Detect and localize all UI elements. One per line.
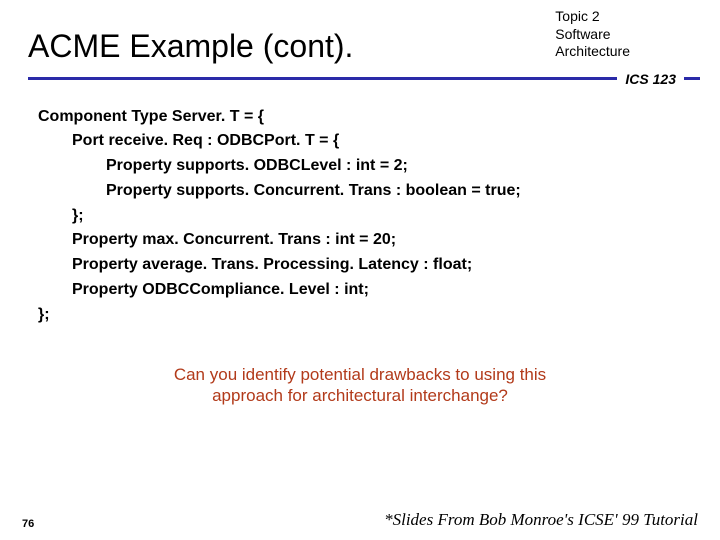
- topic-line-2: Software: [555, 26, 630, 44]
- code-line: Property supports. ODBCLevel : int = 2;: [38, 154, 720, 179]
- code-line: Component Type Server. T = {: [38, 105, 720, 130]
- rule-left: [28, 77, 617, 80]
- topic-line-1: Topic 2: [555, 8, 630, 26]
- page-number: 76: [22, 518, 34, 530]
- slide-header: ACME Example (cont). Topic 2 Software Ar…: [0, 0, 720, 65]
- credit-line: *Slides From Bob Monroe's ICSE' 99 Tutor…: [34, 510, 698, 530]
- code-line: Property average. Trans. Processing. Lat…: [38, 253, 720, 278]
- course-code: ICS 123: [617, 71, 684, 87]
- code-line: Property max. Concurrent. Trans : int = …: [38, 228, 720, 253]
- header-rule: ICS 123: [0, 65, 720, 87]
- rule-right: [684, 77, 700, 80]
- code-line: Port receive. Req : ODBCPort. T = {: [38, 129, 720, 154]
- code-line: };: [38, 204, 720, 229]
- slide-footer: 76 *Slides From Bob Monroe's ICSE' 99 Tu…: [0, 510, 720, 530]
- code-line: };: [38, 303, 720, 328]
- code-line: Property ODBCCompliance. Level : int;: [38, 278, 720, 303]
- discussion-question: Can you identify potential drawbacks to …: [150, 364, 570, 407]
- topic-block: Topic 2 Software Architecture: [555, 8, 700, 65]
- slide-title: ACME Example (cont).: [28, 28, 555, 65]
- topic-line-3: Architecture: [555, 43, 630, 61]
- code-line: Property supports. Concurrent. Trans : b…: [38, 179, 720, 204]
- code-block: Component Type Server. T = { Port receiv…: [0, 87, 720, 328]
